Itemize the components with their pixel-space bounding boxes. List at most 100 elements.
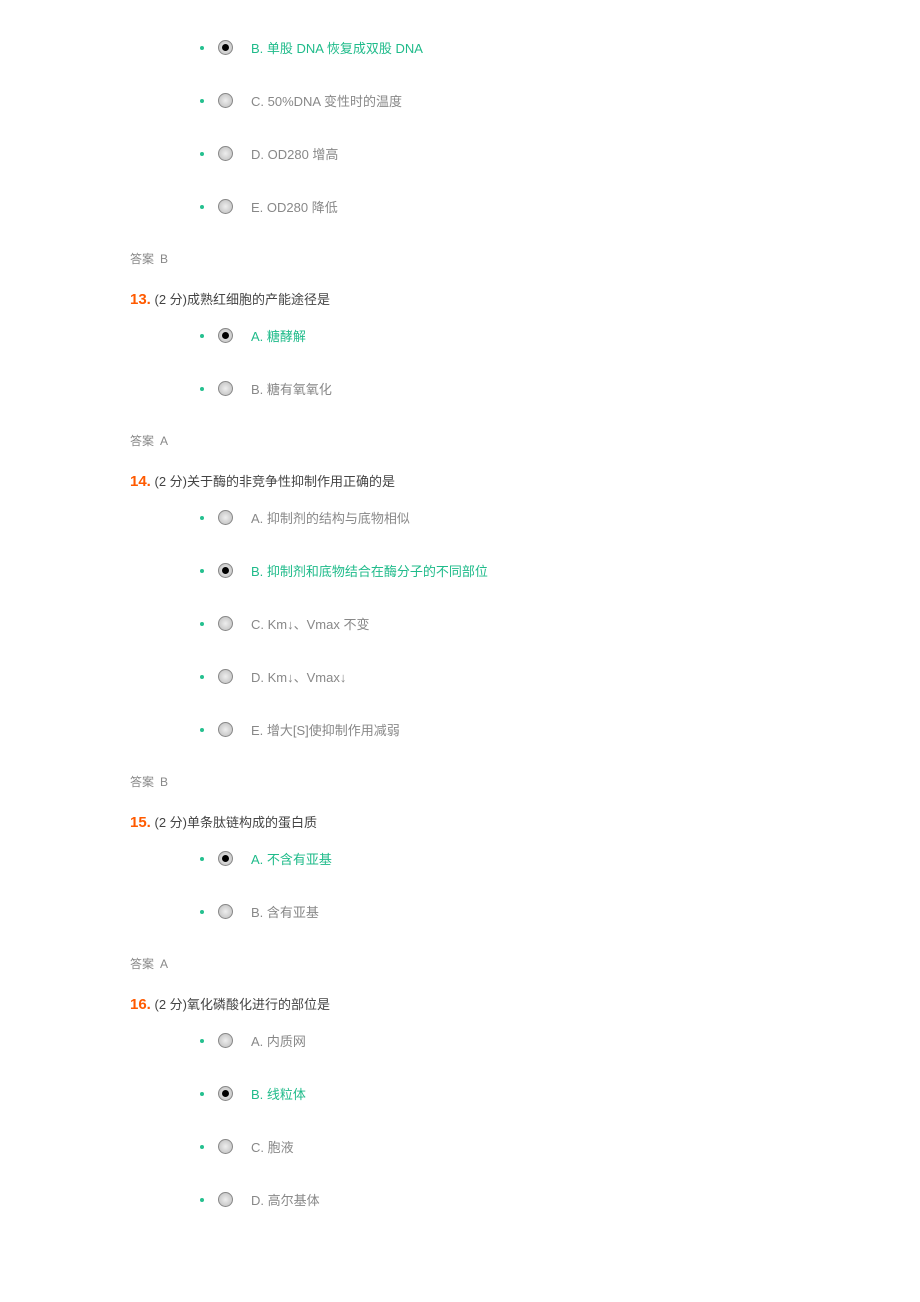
radio-icon[interactable] bbox=[218, 1192, 233, 1207]
bullet-icon bbox=[200, 387, 204, 391]
radio-icon[interactable] bbox=[218, 616, 233, 631]
option-label: A. 抑制剂的结构与底物相似 bbox=[251, 508, 410, 527]
question-number: 16. bbox=[130, 996, 151, 1013]
question-number: 15. bbox=[130, 814, 151, 831]
option-label: B. 糖有氧氧化 bbox=[251, 379, 332, 398]
question-points: (2 分) bbox=[154, 815, 187, 830]
option-item[interactable]: A. 糖酵解 bbox=[200, 326, 920, 345]
bullet-icon bbox=[200, 99, 204, 103]
option-list: B. 单股 DNA 恢复成双股 DNA C. 50%DNA 变性时的温度 D. OD… bbox=[200, 38, 920, 216]
option-label: D. Km↓、Vmax↓ bbox=[251, 667, 346, 686]
question-points: (2 分) bbox=[154, 292, 187, 307]
answer-line: 答案 B bbox=[130, 250, 920, 267]
option-item[interactable]: B. 含有亚基 bbox=[200, 902, 920, 921]
bullet-icon bbox=[200, 516, 204, 520]
question-header: 14. (2 分)关于酶的非竞争性抑制作用正确的是 bbox=[130, 471, 920, 490]
question-text: 关于酶的非竞争性抑制作用正确的是 bbox=[187, 474, 395, 489]
option-item[interactable]: D. 高尔基体 bbox=[200, 1190, 920, 1209]
option-item[interactable]: C. 胞液 bbox=[200, 1137, 920, 1156]
radio-icon[interactable] bbox=[218, 146, 233, 161]
option-label: A. 糖酵解 bbox=[251, 326, 306, 345]
bullet-icon bbox=[200, 205, 204, 209]
bullet-icon bbox=[200, 622, 204, 626]
option-label: B. 含有亚基 bbox=[251, 902, 319, 921]
option-label: B. 单股 DNA 恢复成双股 DNA bbox=[251, 38, 423, 57]
radio-icon[interactable] bbox=[218, 40, 233, 55]
radio-icon[interactable] bbox=[218, 904, 233, 919]
radio-icon[interactable] bbox=[218, 722, 233, 737]
answer-label: 答案 bbox=[130, 957, 154, 971]
question-header: 16. (2 分)氧化磷酸化进行的部位是 bbox=[130, 994, 920, 1013]
option-label: A. 不含有亚基 bbox=[251, 849, 332, 868]
option-label: C. 50%DNA 变性时的温度 bbox=[251, 91, 402, 110]
option-label: E. 增大[S]使抑制作用减弱 bbox=[251, 720, 400, 739]
radio-icon[interactable] bbox=[218, 93, 233, 108]
option-item[interactable]: A. 不含有亚基 bbox=[200, 849, 920, 868]
option-label: D. OD280 增高 bbox=[251, 144, 338, 163]
bullet-icon bbox=[200, 569, 204, 573]
option-label: E. OD280 降低 bbox=[251, 197, 338, 216]
answer-key: B bbox=[160, 775, 168, 789]
option-list: A. 糖酵解 B. 糖有氧氧化 bbox=[200, 326, 920, 398]
question-number: 14. bbox=[130, 473, 151, 490]
answer-line: 答案 A bbox=[130, 432, 920, 449]
radio-icon[interactable] bbox=[218, 199, 233, 214]
bullet-icon bbox=[200, 46, 204, 50]
option-label: B. 抑制剂和底物结合在酶分子的不同部位 bbox=[251, 561, 488, 580]
answer-line: 答案 A bbox=[130, 955, 920, 972]
option-item[interactable]: D. OD280 增高 bbox=[200, 144, 920, 163]
bullet-icon bbox=[200, 910, 204, 914]
option-item[interactable]: A. 抑制剂的结构与底物相似 bbox=[200, 508, 920, 527]
answer-line: 答案 B bbox=[130, 773, 920, 790]
option-label: D. 高尔基体 bbox=[251, 1190, 320, 1209]
bullet-icon bbox=[200, 1145, 204, 1149]
bullet-icon bbox=[200, 1092, 204, 1096]
bullet-icon bbox=[200, 675, 204, 679]
radio-icon[interactable] bbox=[218, 669, 233, 684]
option-item[interactable]: B. 线粒体 bbox=[200, 1084, 920, 1103]
radio-icon[interactable] bbox=[218, 1086, 233, 1101]
question-header: 15. (2 分)单条肽链构成的蛋白质 bbox=[130, 812, 920, 831]
option-item[interactable]: D. Km↓、Vmax↓ bbox=[200, 667, 920, 686]
option-item[interactable]: C. 50%DNA 变性时的温度 bbox=[200, 91, 920, 110]
radio-icon[interactable] bbox=[218, 851, 233, 866]
answer-label: 答案 bbox=[130, 775, 154, 789]
answer-label: 答案 bbox=[130, 434, 154, 448]
bullet-icon bbox=[200, 857, 204, 861]
option-item[interactable]: B. 单股 DNA 恢复成双股 DNA bbox=[200, 38, 920, 57]
radio-icon[interactable] bbox=[218, 510, 233, 525]
option-item[interactable]: C. Km↓、Vmax 不变 bbox=[200, 614, 920, 633]
option-item[interactable]: B. 糖有氧氧化 bbox=[200, 379, 920, 398]
question-header: 13. (2 分)成熟红细胞的产能途径是 bbox=[130, 289, 920, 308]
question-text: 单条肽链构成的蛋白质 bbox=[187, 815, 317, 830]
option-item[interactable]: E. OD280 降低 bbox=[200, 197, 920, 216]
option-list: A. 抑制剂的结构与底物相似 B. 抑制剂和底物结合在酶分子的不同部位 C. Km↓… bbox=[200, 508, 920, 739]
radio-icon[interactable] bbox=[218, 328, 233, 343]
bullet-icon bbox=[200, 728, 204, 732]
answer-key: B bbox=[160, 252, 168, 266]
option-item[interactable]: B. 抑制剂和底物结合在酶分子的不同部位 bbox=[200, 561, 920, 580]
radio-icon[interactable] bbox=[218, 1139, 233, 1154]
radio-icon[interactable] bbox=[218, 381, 233, 396]
option-list: A. 不含有亚基 B. 含有亚基 bbox=[200, 849, 920, 921]
option-label: B. 线粒体 bbox=[251, 1084, 306, 1103]
answer-key: A bbox=[160, 957, 168, 971]
bullet-icon bbox=[200, 334, 204, 338]
bullet-icon bbox=[200, 152, 204, 156]
question-points: (2 分) bbox=[154, 997, 187, 1012]
answer-key: A bbox=[160, 434, 168, 448]
option-item[interactable]: A. 内质网 bbox=[200, 1031, 920, 1050]
quiz-container: B. 单股 DNA 恢复成双股 DNA C. 50%DNA 变性时的温度 D. OD… bbox=[0, 38, 920, 1209]
option-list: A. 内质网 B. 线粒体 C. 胞液 D. 高尔基体 bbox=[200, 1031, 920, 1209]
radio-icon[interactable] bbox=[218, 563, 233, 578]
question-text: 氧化磷酸化进行的部位是 bbox=[187, 997, 330, 1012]
bullet-icon bbox=[200, 1198, 204, 1202]
option-item[interactable]: E. 增大[S]使抑制作用减弱 bbox=[200, 720, 920, 739]
radio-icon[interactable] bbox=[218, 1033, 233, 1048]
question-text: 成熟红细胞的产能途径是 bbox=[187, 292, 330, 307]
option-label: A. 内质网 bbox=[251, 1031, 306, 1050]
answer-label: 答案 bbox=[130, 252, 154, 266]
option-label: C. 胞液 bbox=[251, 1137, 294, 1156]
bullet-icon bbox=[200, 1039, 204, 1043]
option-label: C. Km↓、Vmax 不变 bbox=[251, 614, 369, 633]
